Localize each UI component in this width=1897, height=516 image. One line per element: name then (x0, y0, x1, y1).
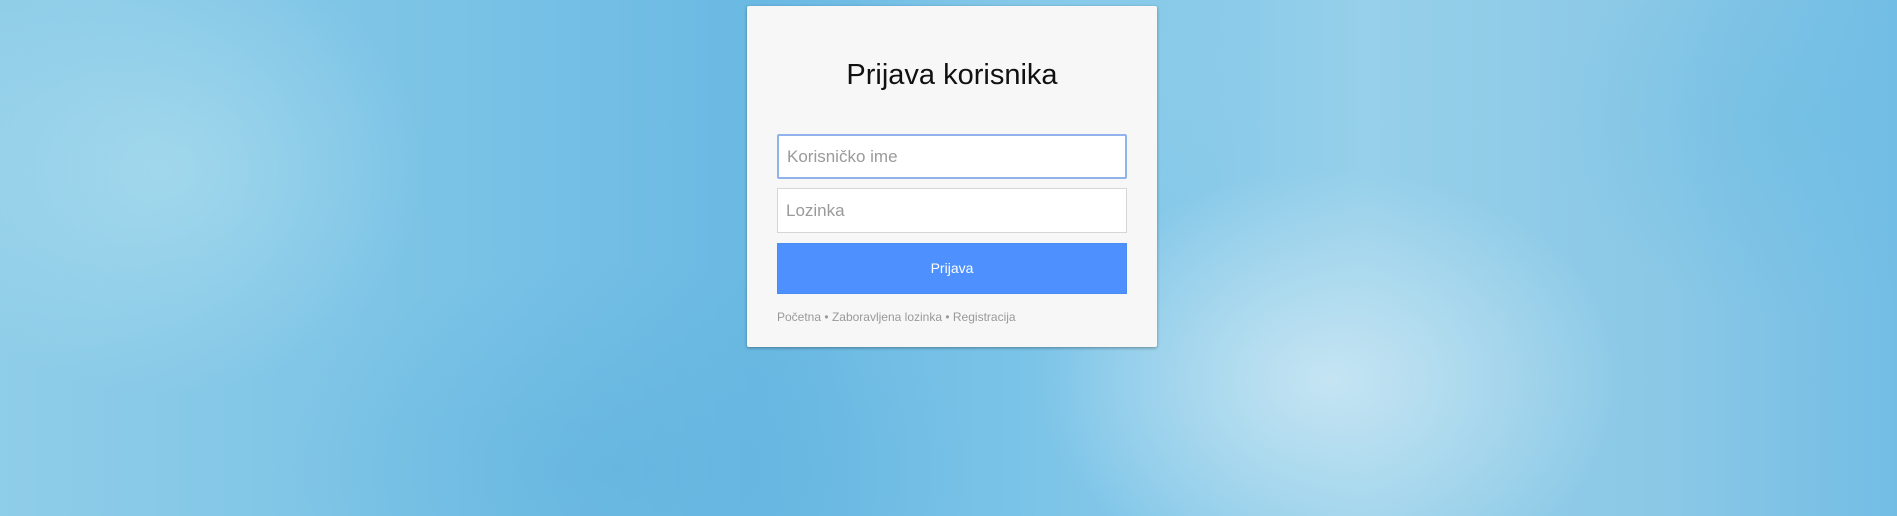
login-card: Prijava korisnika Prijava Početna • Zabo… (747, 6, 1157, 347)
page-title: Prijava korisnika (846, 59, 1058, 91)
footer-links: Početna • Zaboravljena lozinka • Registr… (777, 310, 1127, 324)
login-button[interactable]: Prijava (777, 243, 1127, 294)
home-link[interactable]: Početna (777, 310, 821, 324)
register-link[interactable]: Registracija (953, 310, 1016, 324)
username-input[interactable] (777, 134, 1127, 179)
link-separator: • (824, 310, 829, 324)
link-separator: • (945, 310, 950, 324)
forgot-password-link[interactable]: Zaboravljena lozinka (832, 310, 942, 324)
password-input[interactable] (777, 188, 1127, 233)
